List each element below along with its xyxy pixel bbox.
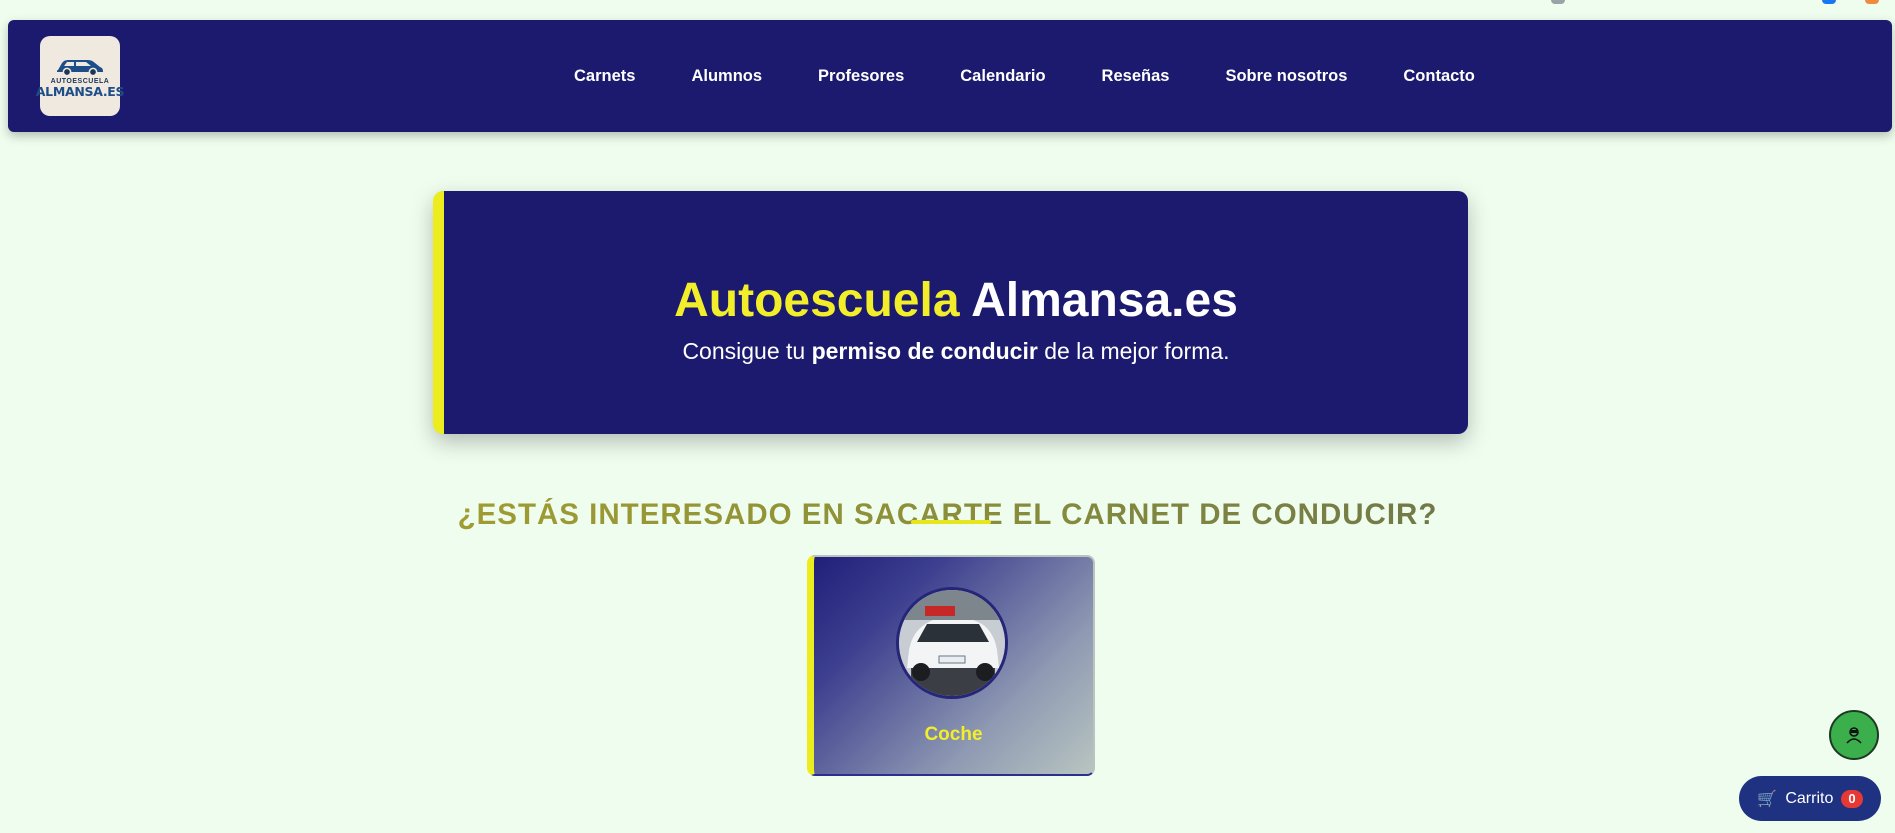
hero-banner: Autoescuela Almansa.es Consigue tu permi… — [433, 191, 1468, 434]
facebook-icon[interactable] — [1822, 0, 1836, 4]
nav-contacto[interactable]: Contacto — [1403, 67, 1475, 86]
cart-label: Carrito — [1785, 789, 1834, 807]
nav-carnets[interactable]: Carnets — [574, 67, 635, 86]
hero-subtitle-pre: Consigue tu — [682, 338, 806, 364]
license-card-coche[interactable]: Coche — [807, 555, 1095, 776]
hero-subtitle-post: de la mejor forma. — [1044, 338, 1230, 364]
nav-alumnos[interactable]: Alumnos — [691, 67, 762, 86]
nav-calendario[interactable]: Calendario — [960, 67, 1045, 86]
cart-count-badge: 0 — [1841, 789, 1863, 808]
hero-subtitle: Consigue tu permiso de conducir de la me… — [444, 338, 1468, 365]
cart-button[interactable]: 🛒 Carrito 0 — [1739, 776, 1881, 821]
card-label: Coche — [924, 724, 983, 745]
user-icon — [1846, 727, 1862, 744]
top-strip — [0, 0, 1895, 20]
car-photo-illustration — [899, 590, 1005, 696]
nav-profesores[interactable]: Profesores — [818, 67, 904, 86]
hero-title-part2: Almansa.es — [971, 274, 1238, 327]
car-logo-icon — [57, 59, 103, 76]
car-photo — [896, 587, 1008, 699]
contact-float-button[interactable] — [1829, 710, 1879, 760]
instagram-icon[interactable] — [1865, 0, 1879, 4]
cart-icon: 🛒 — [1757, 790, 1778, 808]
section-title: ¿ESTÁS INTERESADO EN SACARTE EL CARNET D… — [0, 498, 1895, 532]
hero-title: Autoescuela Almansa.es — [444, 275, 1468, 327]
nav-sobre-nosotros[interactable]: Sobre nosotros — [1225, 67, 1347, 86]
logo-line2: ALMANSA.ES — [35, 83, 125, 99]
hero-title-part1: Autoescuela — [674, 274, 960, 327]
hero-subtitle-bold: permiso de conducir — [811, 338, 1038, 364]
social-icon-partial[interactable] — [1551, 0, 1565, 4]
main-navbar: AUTOESCUELA ALMANSA.ES Carnets Alumnos P… — [8, 20, 1892, 132]
section-title-underline — [911, 520, 991, 524]
nav-resenas[interactable]: Reseñas — [1102, 67, 1170, 86]
main-nav: Carnets Alumnos Profesores Calendario Re… — [546, 20, 1503, 132]
site-logo[interactable]: AUTOESCUELA ALMANSA.ES — [36, 36, 125, 116]
